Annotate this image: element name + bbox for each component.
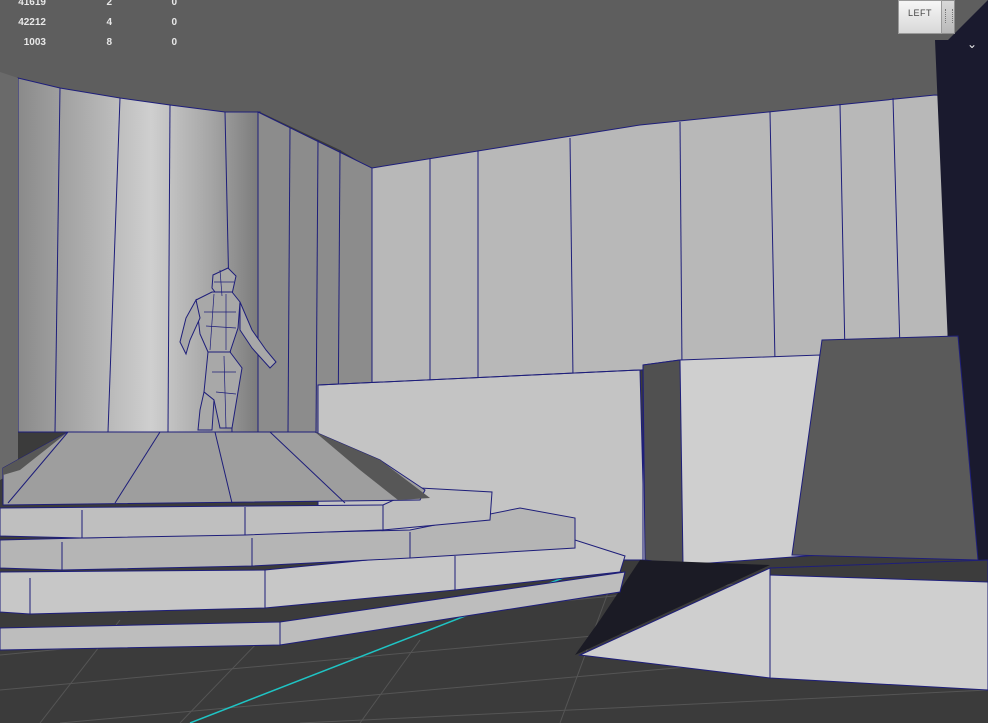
view-cube[interactable]: LEFT [898, 0, 958, 36]
left-wall-edge [0, 72, 18, 480]
3d-viewport[interactable]: 41619 2 0 42212 4 0 1003 8 0 LEFT ⌄ [0, 0, 988, 723]
scene-render [0, 0, 988, 723]
hud-row: 41619 2 0 [18, 0, 177, 8]
view-cube-face-left[interactable]: LEFT [898, 0, 942, 34]
hud-row: 42212 4 0 [18, 17, 177, 28]
poly-count-hud: 41619 2 0 42212 4 0 1003 8 0 [0, 0, 200, 56]
hud-row: 1003 8 0 [23, 37, 177, 48]
pillar [791, 335, 979, 561]
block-side [642, 359, 684, 566]
chevron-down-icon[interactable]: ⌄ [964, 36, 980, 52]
view-cube-side[interactable] [942, 0, 955, 34]
